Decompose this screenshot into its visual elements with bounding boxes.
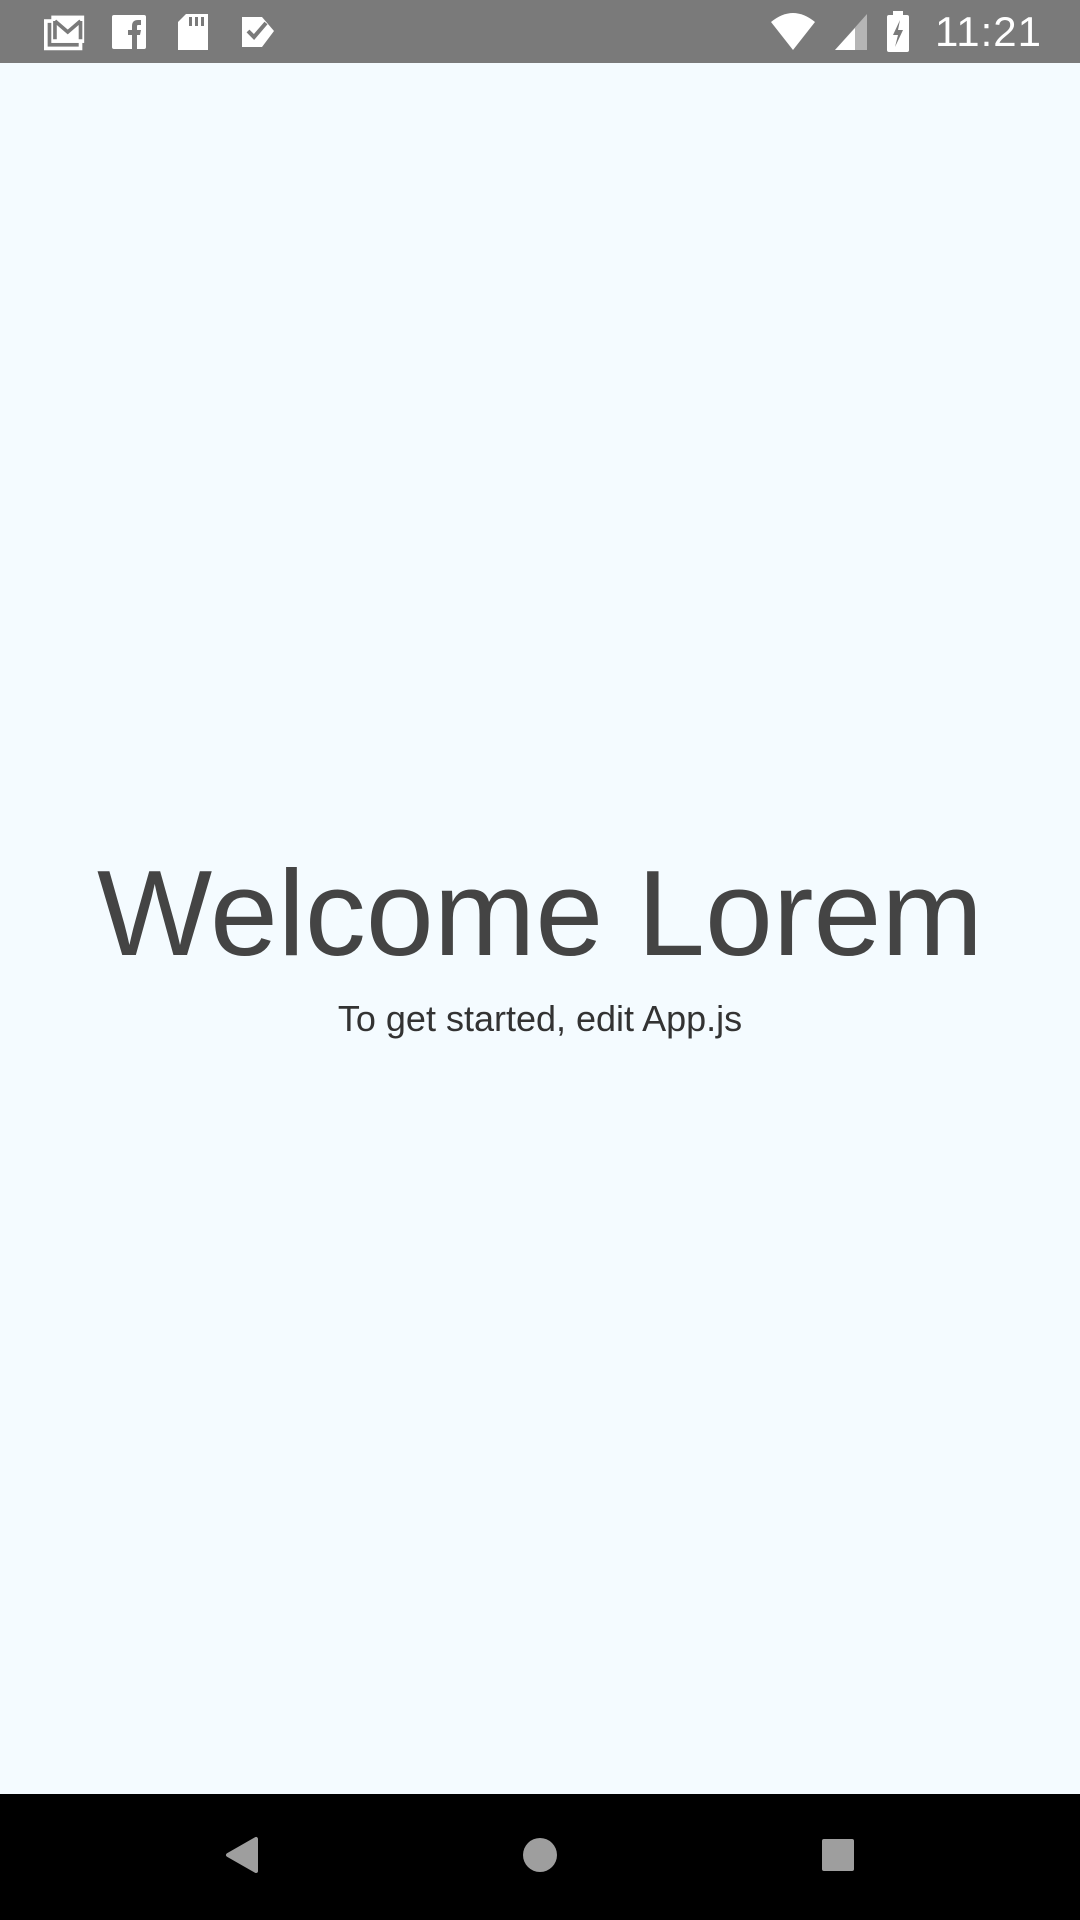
recents-button[interactable] <box>808 1827 868 1887</box>
instructions-text: To get started, edit App.js <box>337 998 743 1040</box>
back-button[interactable] <box>212 1827 272 1887</box>
cell-signal-icon <box>833 12 869 52</box>
app-screen: 11:21 Welcome Lorem To get started, edit… <box>0 0 1080 1920</box>
recents-icon <box>820 1837 856 1878</box>
battery-charging-icon <box>885 11 911 53</box>
welcome-title: Welcome Lorem <box>97 844 983 981</box>
back-icon <box>224 1835 260 1880</box>
navigation-bar <box>0 1794 1080 1920</box>
home-button[interactable] <box>510 1827 570 1887</box>
task-check-icon <box>236 12 278 52</box>
system-icons: 11:21 <box>769 8 1042 56</box>
facebook-icon <box>108 12 150 52</box>
main-content: Welcome Lorem To get started, edit App.j… <box>0 63 1080 1793</box>
wifi-icon <box>769 12 817 52</box>
status-bar: 11:21 <box>0 0 1080 63</box>
status-clock: 11:21 <box>935 8 1042 55</box>
notification-icons <box>44 10 278 54</box>
home-icon <box>521 1836 559 1879</box>
sd-card-icon <box>172 12 214 52</box>
gmail-icon <box>44 12 86 52</box>
